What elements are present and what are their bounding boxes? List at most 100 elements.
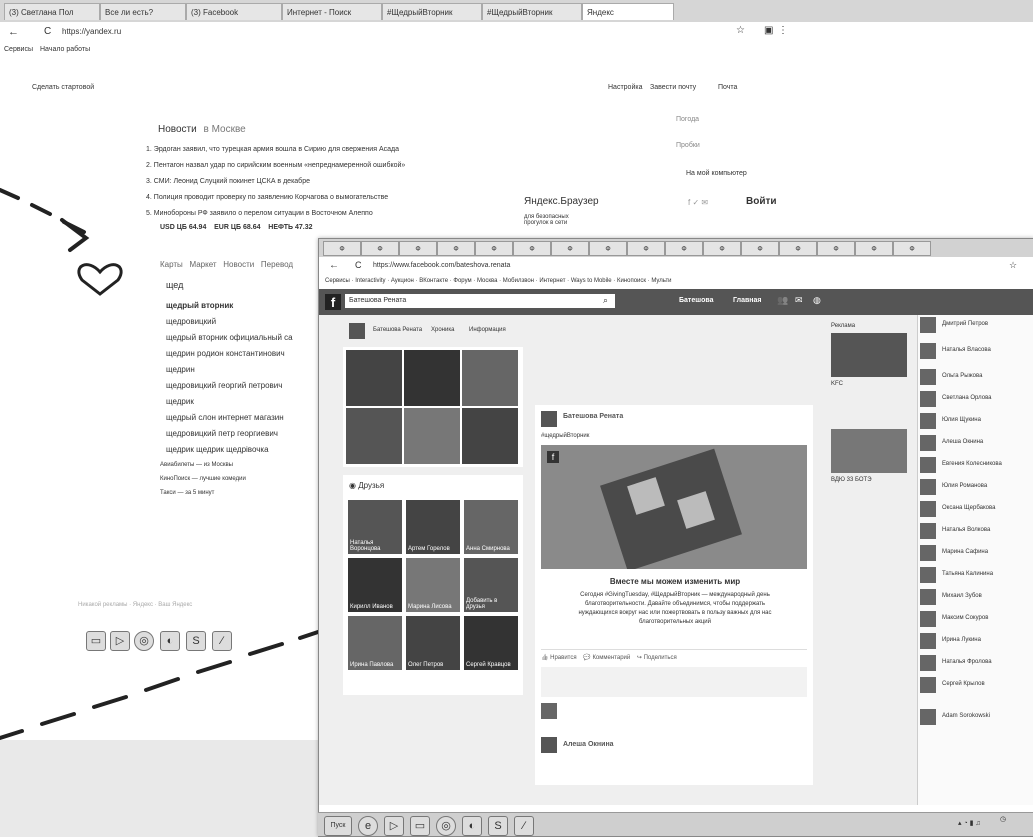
taskbar-app-icon[interactable]: ▭ bbox=[86, 631, 106, 651]
browser-tab[interactable]: Ф bbox=[399, 241, 437, 256]
chat-contact[interactable]: Наталья Волкова bbox=[918, 521, 1028, 543]
browser-tab[interactable]: Все ли есть? bbox=[100, 3, 186, 20]
extension-icon[interactable]: ▣ bbox=[764, 25, 773, 36]
rate-name[interactable]: НЕФТЬ bbox=[268, 224, 293, 231]
suggestion-item[interactable]: щедрин bbox=[166, 362, 326, 378]
photo-thumbnail[interactable] bbox=[345, 407, 403, 465]
browser-tab[interactable]: Ф bbox=[475, 241, 513, 256]
chat-contact[interactable]: Максим Сокуров bbox=[918, 609, 1028, 631]
ad-image[interactable] bbox=[831, 333, 907, 377]
chat-contact[interactable]: Adam Sorokowski bbox=[918, 707, 1028, 729]
friend-tile[interactable]: Олег Петров bbox=[405, 615, 461, 671]
friend-tile[interactable]: Добавить в друзья bbox=[463, 557, 519, 613]
search-input[interactable]: щед bbox=[166, 280, 183, 290]
browser-tab[interactable]: Ф bbox=[513, 241, 551, 256]
ad-image[interactable] bbox=[831, 429, 907, 473]
skype-icon[interactable]: S bbox=[488, 816, 508, 836]
media-icon[interactable]: ▷ bbox=[384, 816, 404, 836]
chat-contact[interactable]: Татьяна Калинина bbox=[918, 565, 1028, 587]
suggestion-item[interactable]: щедрый слон интернет магазин bbox=[166, 410, 326, 426]
suggestion-item[interactable]: щедровицкий петр георгиевич bbox=[166, 426, 326, 442]
friend-tile[interactable]: Кирилл Иванов bbox=[347, 557, 403, 613]
profile-link[interactable]: Батешова bbox=[679, 297, 713, 304]
friends-title[interactable]: ◉ Друзья bbox=[349, 481, 384, 490]
chat-contact[interactable]: Дмитрий Петров bbox=[918, 315, 1028, 337]
messages-icon[interactable]: ✉ bbox=[795, 295, 803, 306]
browser-tab[interactable]: Ф bbox=[437, 241, 475, 256]
friend-tile[interactable]: Анна Смирнова bbox=[463, 499, 519, 555]
browser-tab[interactable]: Ф bbox=[551, 241, 589, 256]
traffic-link[interactable]: Пробки bbox=[676, 142, 700, 149]
browser-tab[interactable]: Ф bbox=[323, 241, 361, 256]
browser-tab[interactable]: Ф bbox=[361, 241, 399, 256]
browser-tab[interactable]: Ф bbox=[855, 241, 893, 256]
chat-contact[interactable]: Евгения Колесникова bbox=[918, 455, 1028, 477]
settings-link[interactable]: Настройка bbox=[608, 84, 642, 91]
avatar[interactable] bbox=[349, 323, 365, 339]
mail-link[interactable]: Почта bbox=[718, 84, 737, 91]
fb-search-input[interactable]: Батешова Рената bbox=[345, 294, 615, 308]
friend-tile[interactable]: Артем Горелов bbox=[405, 499, 461, 555]
chat-contact[interactable]: Наталья Власова bbox=[918, 341, 1028, 363]
tray-icons[interactable]: ▴ ◔ ▮ ♫ bbox=[958, 819, 981, 827]
friend-tile[interactable]: Наталья Воронцова bbox=[347, 499, 403, 555]
avatar[interactable] bbox=[541, 411, 557, 427]
browser-tab[interactable]: Ф bbox=[893, 241, 931, 256]
chat-contact[interactable]: Алеша Окнина bbox=[918, 433, 1028, 455]
chat-contact[interactable]: Ирина Лукина bbox=[918, 631, 1028, 653]
chat-contact[interactable]: Михаил Зубов bbox=[918, 587, 1028, 609]
photo-thumbnail[interactable] bbox=[461, 349, 519, 407]
browser-tab[interactable]: Ф bbox=[703, 241, 741, 256]
start-button[interactable]: Пуск bbox=[324, 816, 352, 836]
chat-contact[interactable]: Юлия Щукина bbox=[918, 411, 1028, 433]
chat-contact[interactable]: Сергей Крылов bbox=[918, 675, 1028, 697]
browser-tab[interactable]: Ф bbox=[817, 241, 855, 256]
rate-name[interactable]: EUR ЦБ bbox=[214, 224, 241, 231]
avatar[interactable] bbox=[541, 703, 557, 719]
star-icon[interactable]: ☆ bbox=[736, 25, 745, 36]
browser-tab[interactable]: Ф bbox=[741, 241, 779, 256]
news-item[interactable]: 4. Полиция проводит проверку по заявлени… bbox=[146, 190, 526, 206]
news-region[interactable]: в Москве bbox=[204, 124, 246, 135]
friend-tile[interactable]: Сергей Кравцов bbox=[463, 615, 519, 671]
browser-promo-title[interactable]: Яндекс.Браузер bbox=[524, 196, 599, 207]
chrome-icon[interactable]: ◎ bbox=[134, 631, 154, 651]
nav-link[interactable]: Маркет bbox=[189, 260, 216, 269]
suggestion-item[interactable]: щедровицкий георгий петрович bbox=[166, 378, 326, 394]
chat-contact[interactable]: Светлана Орлова bbox=[918, 389, 1028, 411]
nav-link[interactable]: Перевод bbox=[261, 260, 293, 269]
bookmark-item[interactable]: Сервисы bbox=[4, 46, 33, 53]
browser-tab[interactable]: Ф bbox=[627, 241, 665, 256]
photo-thumbnail[interactable] bbox=[403, 407, 461, 465]
news-title[interactable]: Новости bbox=[158, 124, 197, 135]
star-icon[interactable]: ☆ bbox=[1009, 260, 1017, 271]
social-icons[interactable]: f ✓ ✉ bbox=[688, 198, 708, 207]
friend-tile[interactable]: Марина Лисова bbox=[405, 557, 461, 613]
service-link[interactable]: КиноПоиск — лучшие комедии bbox=[160, 472, 246, 486]
home-link[interactable]: Главная bbox=[733, 297, 761, 304]
photo-thumbnail[interactable] bbox=[403, 349, 461, 407]
browser-tab[interactable]: #ЩедрыйВторник bbox=[382, 3, 482, 20]
news-item[interactable]: 5. Минобороны РФ заявило о перелом ситуа… bbox=[146, 206, 526, 222]
folder-icon[interactable]: ▭ bbox=[410, 816, 430, 836]
news-item[interactable]: 2. Пентагон назвал удар по сирийским вое… bbox=[146, 158, 526, 174]
url-field[interactable]: https://yandex.ru bbox=[62, 27, 121, 36]
suggestion-item[interactable]: щедрик щедрик щедрівочка bbox=[166, 442, 326, 458]
news-item[interactable]: 3. СМИ: Леонид Слуцкий покинет ЦСКА в де… bbox=[146, 174, 526, 190]
chat-contact[interactable]: Наталья Фролова bbox=[918, 653, 1028, 675]
nav-link[interactable]: Карты bbox=[160, 260, 183, 269]
browser-tab[interactable]: Интернет - Поиск bbox=[282, 3, 382, 20]
photo-thumbnail[interactable] bbox=[461, 407, 519, 465]
menu-icon[interactable]: ⋮ bbox=[778, 25, 788, 36]
app-icon[interactable]: ∕ bbox=[514, 816, 534, 836]
avatar[interactable] bbox=[541, 737, 557, 753]
like-button[interactable]: 👍 Нравится bbox=[541, 655, 577, 661]
app-icon[interactable]: ◐ bbox=[462, 816, 482, 836]
tab-timeline[interactable]: Хроника bbox=[431, 327, 454, 333]
url-field[interactable]: https://www.facebook.com/bateshova.renat… bbox=[373, 262, 510, 269]
friend-tile[interactable]: Ирина Павлова bbox=[347, 615, 403, 671]
suggestion-item[interactable]: щедрик bbox=[166, 394, 326, 410]
browser-tab[interactable]: Ф bbox=[665, 241, 703, 256]
browser-tab[interactable]: #ЩедрыйВторник bbox=[482, 3, 582, 20]
facebook-logo-icon[interactable]: f bbox=[325, 294, 341, 310]
